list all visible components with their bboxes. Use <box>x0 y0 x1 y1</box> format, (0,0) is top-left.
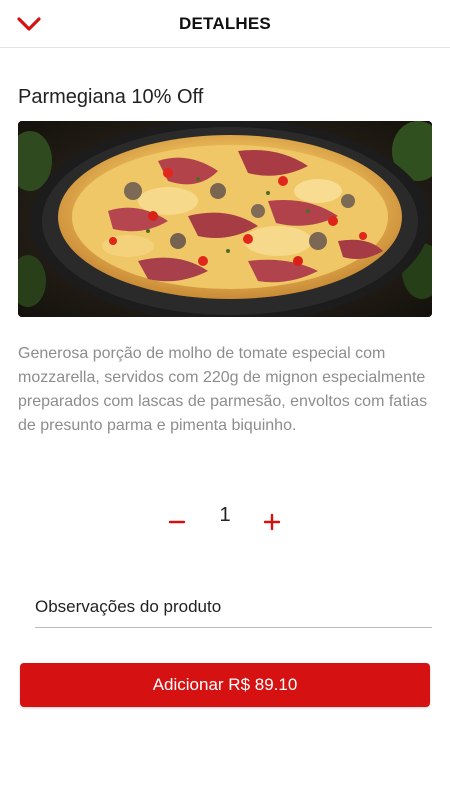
quantity-value: 1 <box>219 504 231 526</box>
product-name: Parmegiana 10% Off <box>18 86 204 108</box>
minus-icon <box>168 520 186 524</box>
add-to-cart-button[interactable]: Adicionar R$ 89.10 <box>20 663 430 707</box>
decrease-quantity-button[interactable] <box>163 508 191 536</box>
product-description: Generosa porção de molho de tomate espec… <box>18 345 428 434</box>
page-title: DETALHES <box>179 14 271 33</box>
plus-icon <box>263 513 281 531</box>
increase-quantity-button[interactable] <box>258 508 286 536</box>
top-bar: DETALHES <box>0 0 450 48</box>
add-to-cart-label: Adicionar R$ 89.10 <box>152 675 298 694</box>
product-notes-input[interactable] <box>35 586 432 628</box>
product-image <box>18 121 432 317</box>
